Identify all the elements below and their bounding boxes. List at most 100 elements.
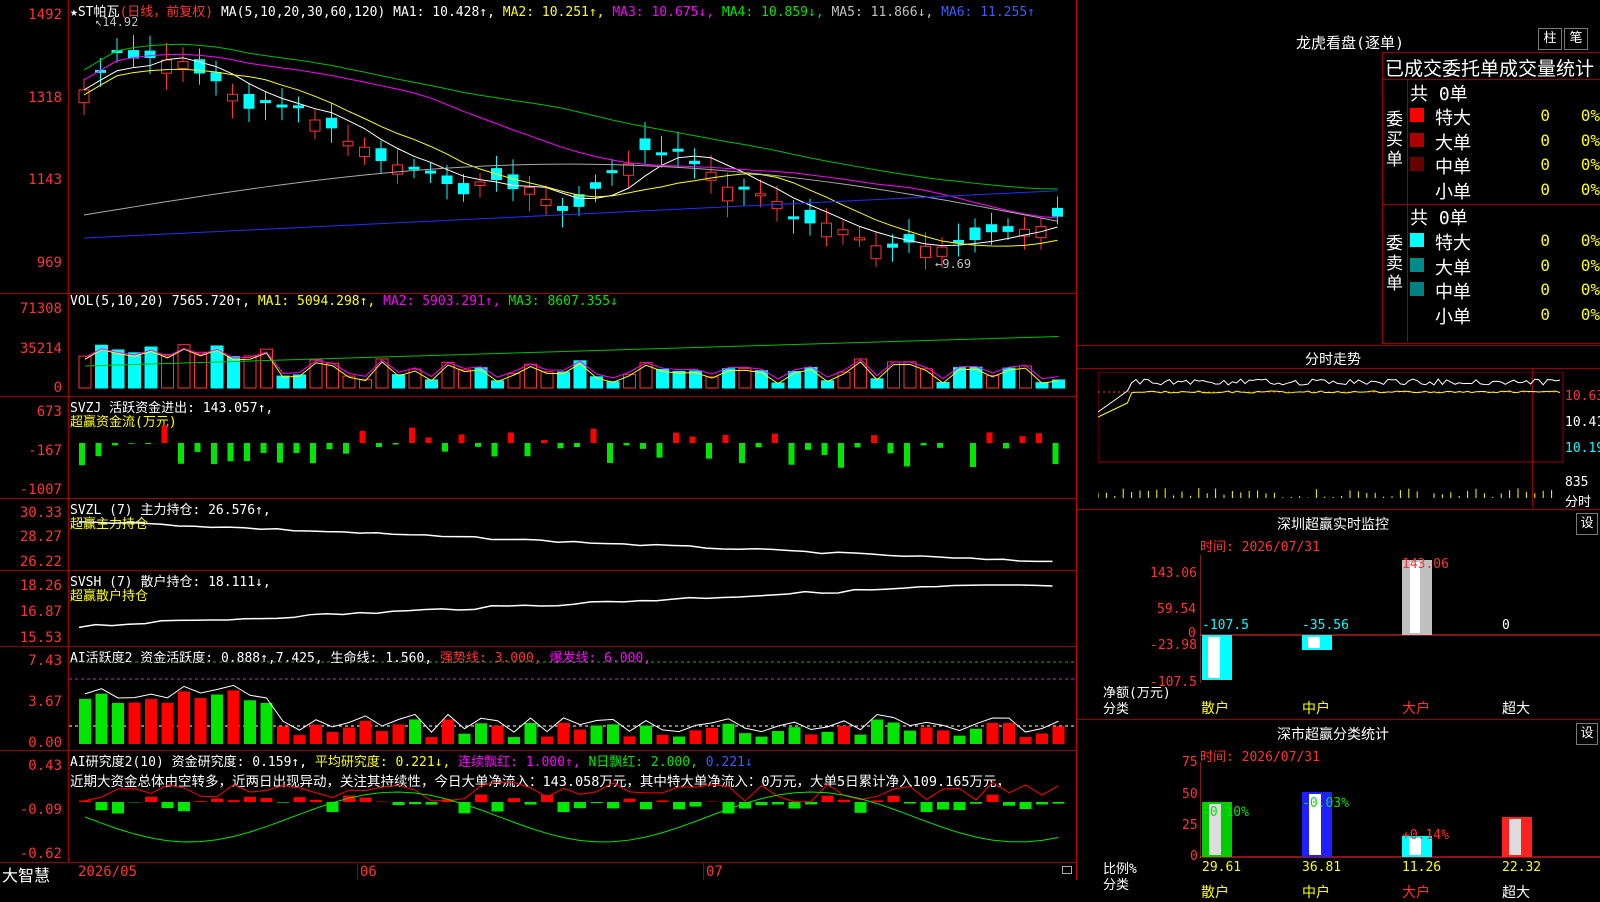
flow-bar-out <box>228 443 234 461</box>
activity-bar <box>211 695 223 744</box>
sz-stats-side-label: 分类 <box>1103 874 1129 893</box>
sell-s-pct: 0% <box>1560 305 1600 324</box>
flow-bar-out <box>558 443 564 448</box>
candle-body <box>343 141 353 145</box>
activity-bar <box>673 737 685 744</box>
buy-xl-swatch <box>1410 108 1424 122</box>
research-bar-up <box>822 796 834 802</box>
flow-bar-in <box>723 435 729 443</box>
flow-bar-out <box>393 443 399 445</box>
research-bar-up <box>261 798 273 802</box>
sz-monitor-settings-button[interactable]: 设 <box>1576 513 1598 535</box>
sz-bar-value: 143.06 <box>1402 557 1449 572</box>
flow-bar-out <box>838 443 844 468</box>
buy-s-count: 0 <box>1520 180 1550 199</box>
buy-xl-pct: 0% <box>1560 106 1600 125</box>
flow-bar-out <box>195 443 201 452</box>
sz-stats-y-tick: 25 <box>1182 818 1198 833</box>
sz-stats-category: 散户 <box>1201 882 1229 902</box>
activity-bar <box>1053 726 1065 744</box>
candle-body <box>211 73 221 81</box>
ai-research-y-tick: -0.62 <box>0 846 62 862</box>
volume-bar <box>508 374 520 388</box>
flow-bar-out <box>442 443 448 452</box>
activity-bar <box>723 724 735 744</box>
sell-l-label: 大单 <box>1435 254 1471 280</box>
research-bar-down <box>525 802 537 805</box>
flow-bar-out <box>937 443 943 448</box>
ai-active-y-tick: 0.00 <box>0 735 62 751</box>
main-y-tick: 1318 <box>0 90 62 106</box>
flow-bar-out <box>294 443 300 453</box>
activity-bar <box>1036 733 1048 744</box>
research-bar-up <box>360 798 372 802</box>
buy-m-count: 0 <box>1520 155 1550 174</box>
volume-bar <box>327 363 339 388</box>
candle-body <box>1053 208 1063 216</box>
flow-bar-out <box>970 443 976 467</box>
sz-stats-category: 中户 <box>1302 882 1330 902</box>
research-bar-down <box>393 802 405 805</box>
svzl-chart[interactable] <box>69 499 1076 570</box>
buy-xl-count: 0 <box>1520 106 1550 125</box>
sell-s-label: 小单 <box>1435 303 1471 329</box>
activity-bar <box>112 703 124 744</box>
flow-bar-out <box>96 443 102 456</box>
main-y-tick: 1492 <box>0 7 62 23</box>
research-bar-down <box>591 802 603 803</box>
flow-bar-out <box>1003 443 1009 448</box>
ai-research-chart[interactable] <box>69 752 1076 862</box>
research-bar-down <box>96 802 108 810</box>
sz-category: 中户 <box>1302 698 1330 718</box>
intraday-chart[interactable] <box>1098 372 1564 508</box>
research-bar-down <box>772 802 784 804</box>
research-bar-up <box>508 798 520 802</box>
intraday-title: 分时走势 <box>1305 349 1361 369</box>
volume-bar <box>1003 368 1015 388</box>
research-bar-up <box>145 797 157 802</box>
volume-bar <box>987 376 999 388</box>
flow-bar-out <box>376 443 382 447</box>
activity-bar <box>838 726 850 744</box>
lock-icon[interactable] <box>1062 866 1072 874</box>
column-view-button[interactable]: 柱 <box>1538 28 1562 50</box>
candle-body <box>162 60 172 73</box>
volume-bar <box>970 367 982 388</box>
volume-chart[interactable] <box>69 296 1076 396</box>
sz-stats-chart[interactable] <box>1200 762 1600 860</box>
activity-bar <box>888 722 900 744</box>
volume-bar <box>673 371 685 388</box>
sz-stats-y-tick: 0 <box>1190 849 1198 864</box>
order-stats-title: 已成交委托单成交量统计 <box>1385 54 1594 81</box>
activity-bar <box>393 724 405 744</box>
svsh-chart[interactable] <box>69 571 1076 646</box>
flow-bar-out <box>789 443 795 465</box>
candle-body <box>921 246 931 257</box>
svzj-chart[interactable] <box>69 398 1076 498</box>
pen-view-button[interactable]: 笔 <box>1564 28 1588 50</box>
sell-s-count: 0 <box>1520 305 1550 324</box>
activity-bar <box>376 731 388 744</box>
candle-body <box>1003 227 1013 232</box>
svzl-y-tick: 30.33 <box>0 505 62 521</box>
activity-bar <box>228 690 240 744</box>
activity-bar <box>492 726 504 744</box>
flow-bar-out <box>1053 443 1059 464</box>
candle-body <box>310 120 320 131</box>
sz-stats-settings-button[interactable]: 设 <box>1576 723 1598 745</box>
research-bar-up <box>838 800 850 802</box>
activity-bar <box>426 737 438 744</box>
candle-body <box>739 187 749 189</box>
sz-monitor-chart[interactable] <box>1200 555 1600 695</box>
intraday-y-tick: 10.19 <box>1565 441 1600 456</box>
candlestick-chart[interactable] <box>69 0 1076 293</box>
ai-active-chart[interactable] <box>69 648 1076 750</box>
ai-active-y-tick: 3.67 <box>0 694 62 710</box>
volume-bar <box>921 369 933 388</box>
activity-bar <box>706 728 718 744</box>
research-bar-up <box>195 801 207 802</box>
research-bar-up <box>244 797 256 802</box>
candle-body <box>772 202 782 209</box>
activity-bar <box>871 720 883 744</box>
stats-side-divider <box>1407 79 1408 342</box>
